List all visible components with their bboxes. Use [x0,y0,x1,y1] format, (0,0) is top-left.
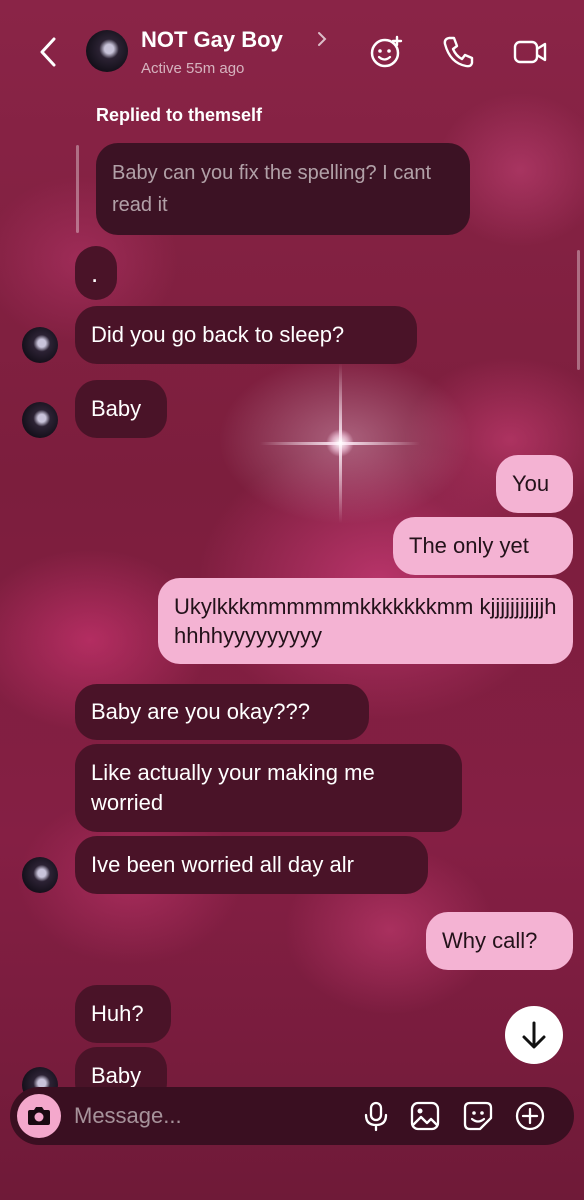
chat-header: NOT Gay Boy Active 55m ago [0,0,584,100]
active-status: Active 55m ago [141,60,245,77]
message-bubble-outgoing[interactable]: Ukylkkkmmmmmmkkkkkkkmm kjjjjjjjjjjjhhhhh… [158,578,573,664]
plus-icon[interactable] [514,1100,546,1132]
effects-icon[interactable] [368,34,404,70]
sender-avatar [22,857,58,893]
arrow-down-icon [522,1021,546,1049]
reply-label: Replied to themself [96,105,263,125]
camera-button[interactable] [17,1094,61,1138]
scrollbar[interactable] [577,250,580,370]
message-bubble-outgoing[interactable]: You [496,455,573,513]
contact-name[interactable]: NOT Gay Boy [141,27,283,53]
chevron-right-icon[interactable] [315,30,329,48]
scroll-to-bottom-button[interactable] [505,1006,563,1064]
video-icon[interactable] [512,34,548,70]
message-input[interactable] [74,1101,334,1131]
quoted-message[interactable]: Baby can you fix the spelling? I cant re… [96,143,470,235]
message-bubble-incoming[interactable]: Ive been worried all day alr [75,836,428,894]
sender-avatar [22,327,58,363]
camera-icon [28,1107,50,1125]
message-bubble-outgoing[interactable]: The only yet [393,517,573,575]
back-icon[interactable] [34,34,64,70]
sender-avatar [22,402,58,438]
message-bubble-incoming[interactable]: Like actually your making me worried [75,744,462,832]
message-bubble-incoming[interactable]: Did you go back to sleep? [75,306,417,364]
gallery-icon[interactable] [409,1100,441,1132]
message-bubble-incoming[interactable]: Baby are you okay??? [75,684,369,740]
contact-avatar[interactable] [86,30,128,72]
message-composer [10,1087,574,1145]
message-bubble-incoming[interactable]: Huh? [75,985,171,1043]
message-bubble-incoming[interactable]: . [75,246,117,300]
message-bubble-incoming[interactable]: Baby [75,380,167,438]
message-bubble-outgoing[interactable]: Why call? [426,912,573,970]
reply-indicator-bar [76,145,79,233]
phone-icon[interactable] [440,34,476,70]
sticker-icon[interactable] [462,1100,494,1132]
microphone-icon[interactable] [360,1100,392,1132]
